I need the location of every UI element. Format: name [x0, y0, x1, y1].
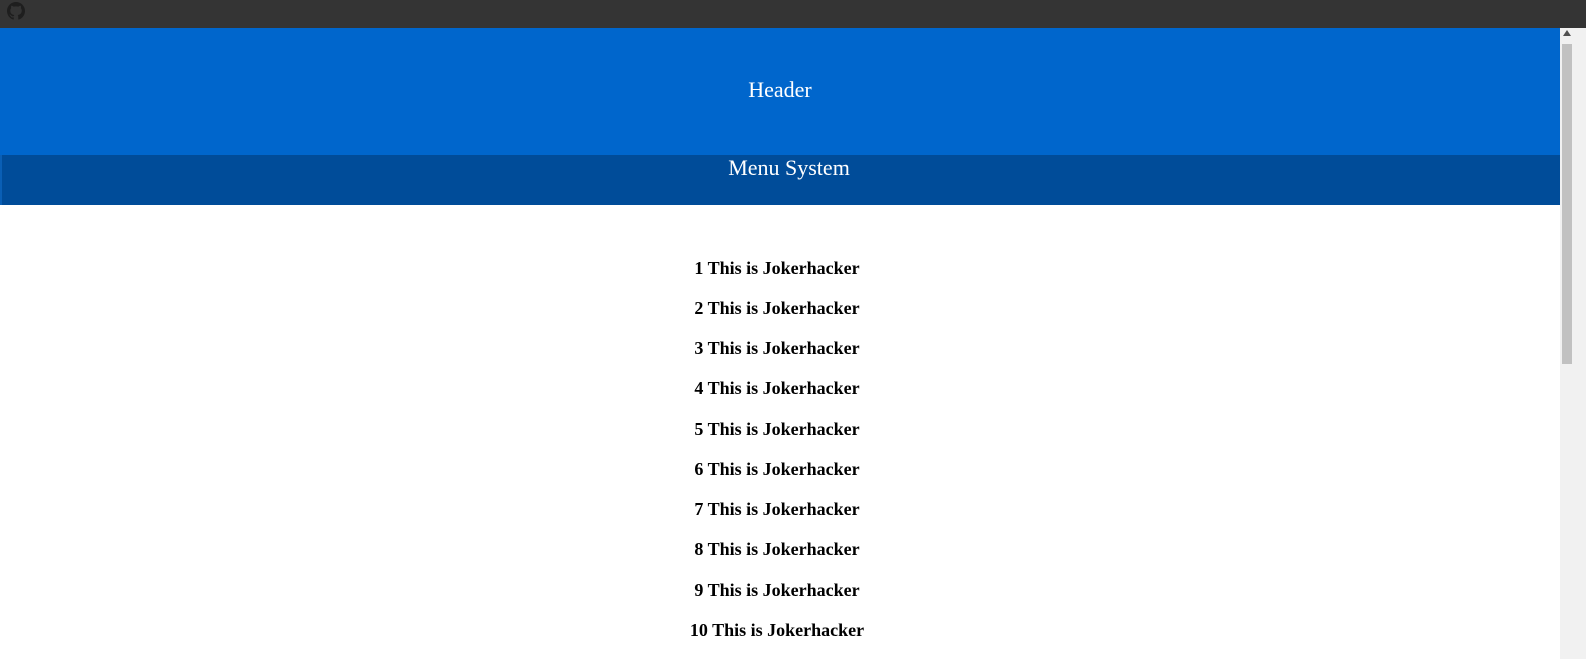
scroll-up-icon[interactable]: [1563, 30, 1571, 36]
vertical-scrollbar[interactable]: [1560, 28, 1586, 659]
scrollbar-thumb[interactable]: [1562, 44, 1572, 364]
list-item: 8 This is Jokerhacker: [694, 539, 860, 559]
github-icon[interactable]: [7, 2, 25, 20]
list-item: 5 This is Jokerhacker: [694, 419, 860, 439]
list-item: 3 This is Jokerhacker: [694, 338, 860, 358]
content-area: 1 This is Jokerhacker 2 This is Jokerhac…: [0, 205, 1560, 659]
top-bar: [0, 0, 1586, 28]
list-item: 7 This is Jokerhacker: [694, 499, 860, 519]
page-header: Header: [0, 28, 1560, 155]
menu-title[interactable]: Menu System: [2, 155, 1560, 181]
list-item: 2 This is Jokerhacker: [694, 298, 860, 318]
header-title: Header: [748, 76, 812, 102]
list-item: 10 This is Jokerhacker: [689, 620, 865, 640]
menu-bar: Menu System: [0, 155, 1560, 205]
list-item: 9 This is Jokerhacker: [694, 580, 860, 600]
list-item: 4 This is Jokerhacker: [694, 378, 860, 398]
list-item: 6 This is Jokerhacker: [694, 459, 860, 479]
list-item: 1 This is Jokerhacker: [694, 258, 860, 278]
